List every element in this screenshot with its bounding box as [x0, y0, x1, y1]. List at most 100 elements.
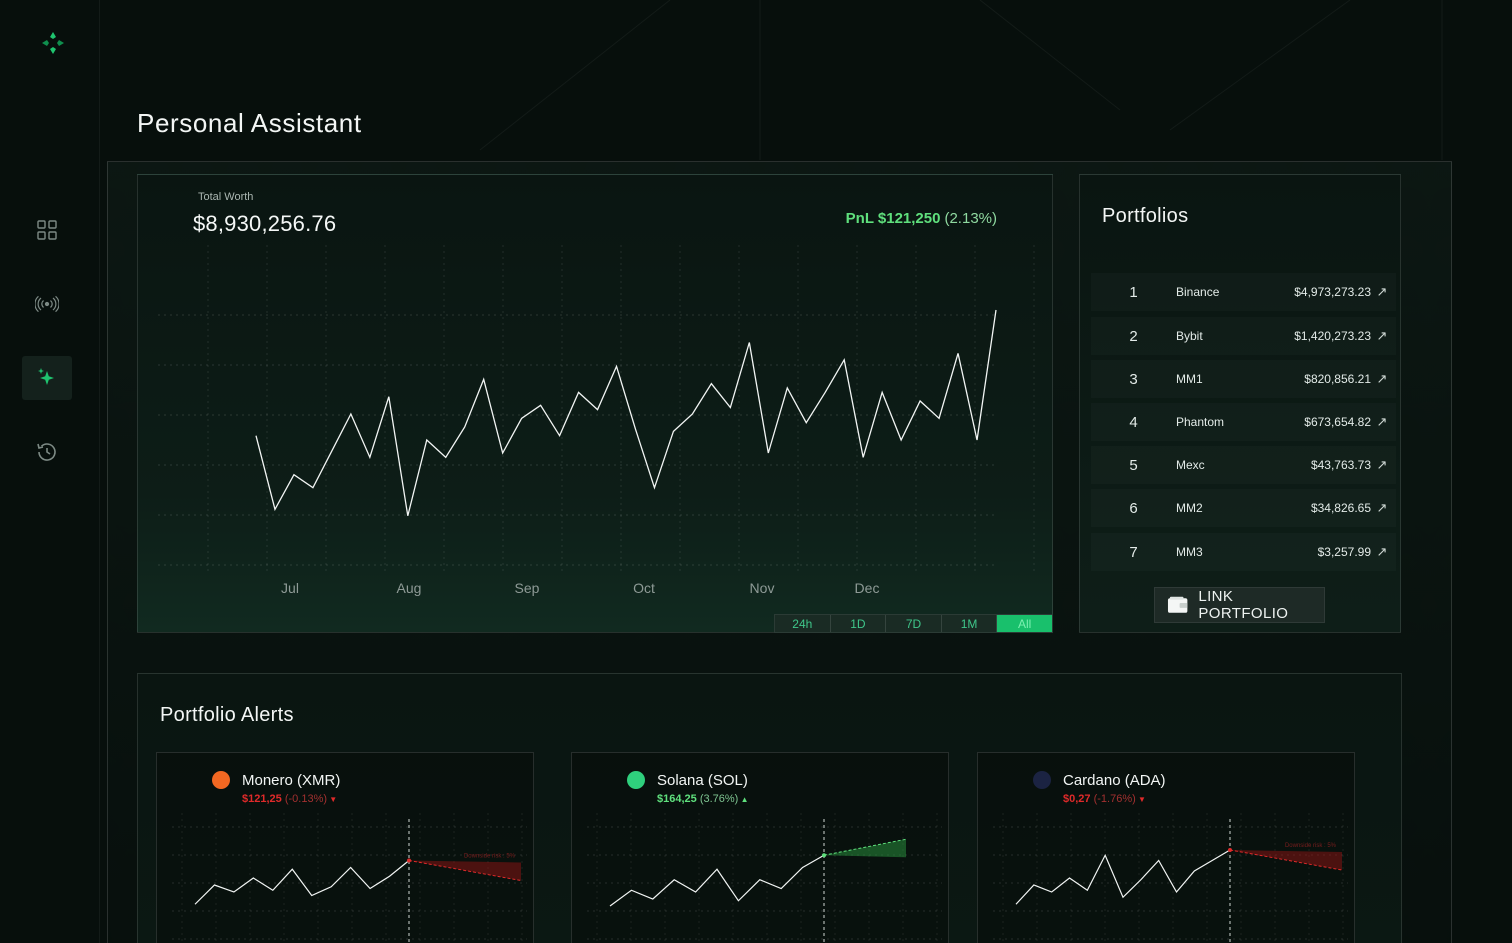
portfolio-name: Binance — [1176, 285, 1220, 299]
alert-mini-chart: Downside risk : 5% — [993, 813, 1348, 943]
time-range-selector: 24h 1D 7D 1M All — [774, 614, 1053, 633]
portfolios-card: Portfolios 1 Binance $4,973,273.23 ↗ 2 Bybit $… — [1079, 174, 1401, 633]
portfolio-name: MM1 — [1176, 372, 1203, 386]
forecast-label: Downside risk : 5% — [1285, 843, 1337, 849]
portfolio-value: $34,826.65 — [1310, 501, 1371, 515]
arrow-down-icon: ▼ — [1135, 795, 1146, 804]
price-series-line — [194, 860, 410, 905]
portfolios-title: Portfolios — [1102, 205, 1189, 227]
coin-icon — [627, 771, 645, 789]
external-link-icon[interactable]: ↗ — [1371, 457, 1393, 473]
portfolio-row[interactable]: 2 Bybit $1,420,273.23 ↗ — [1091, 317, 1396, 355]
alert-card[interactable]: Monero (XMR) $121,25 (-0.13%) ▼ Downside r… — [156, 752, 534, 943]
portfolio-name: Bybit — [1176, 329, 1203, 343]
external-link-icon[interactable]: ↗ — [1371, 500, 1393, 516]
total-worth-value: $8,930,256.76 — [193, 211, 337, 236]
portfolio-row[interactable]: 5 Mexc $43,763.73 ↗ — [1091, 446, 1396, 484]
alert-card[interactable]: Cardano (ADA) $0,27 (-1.76%) ▼ Downside ri… — [977, 752, 1355, 943]
arrow-up-icon: ▲ — [738, 795, 749, 804]
coin-price: $164,25 (3.76%) ▲ — [657, 793, 749, 805]
nav-dashboard[interactable] — [22, 208, 72, 252]
pnl-amount: PnL $121,250 — [845, 210, 941, 227]
grid-icon — [37, 220, 57, 240]
sparkle-icon — [38, 368, 54, 385]
portfolio-value: $673,654.82 — [1304, 415, 1371, 429]
external-link-icon[interactable]: ↗ — [1371, 284, 1393, 300]
nav-assistant[interactable] — [22, 356, 72, 400]
external-link-icon[interactable]: ↗ — [1371, 414, 1393, 430]
portfolio-rank: 4 — [1129, 413, 1138, 431]
x-tick-label: Dec — [855, 580, 880, 596]
portfolio-value: $4,973,273.23 — [1294, 285, 1371, 299]
x-tick-label: Oct — [633, 580, 655, 596]
total-worth-label: Total Worth — [198, 191, 254, 203]
broadcast-icon — [35, 295, 59, 313]
total-worth-card: Jul Aug Sep Oct Nov Dec Total Worth $8,930,25… — [137, 174, 1053, 633]
portfolio-name: Phantom — [1176, 415, 1225, 429]
range-button-all[interactable]: All — [997, 615, 1052, 632]
worth-series-line — [255, 309, 997, 516]
portfolio-rank: 7 — [1129, 543, 1138, 561]
coin-name: Cardano (ADA) — [1063, 772, 1166, 789]
nav-signals[interactable] — [22, 282, 72, 326]
portfolio-row[interactable]: 6 MM2 $34,826.65 ↗ — [1091, 489, 1396, 527]
current-price-point — [1228, 848, 1232, 852]
external-link-icon[interactable]: ↗ — [1371, 371, 1393, 387]
chart-grid — [158, 245, 1035, 575]
portfolio-alerts-card: Portfolio Alerts Monero (XMR) $121,25 (-0… — [137, 673, 1402, 943]
portfolio-value: $820,856.21 — [1304, 372, 1371, 386]
pnl-percent: (2.13%) — [944, 210, 997, 227]
portfolio-row[interactable]: 3 MM1 $820,856.21 ↗ — [1091, 360, 1396, 398]
range-button-7d[interactable]: 7D — [886, 615, 942, 632]
range-button-24h[interactable]: 24h — [775, 615, 831, 632]
x-tick-label: Aug — [397, 580, 422, 596]
alert-mini-chart: Downside risk : 5% — [172, 813, 527, 943]
coin-name: Monero (XMR) — [242, 772, 341, 789]
coin-price-change: (3.76%) — [699, 793, 739, 805]
portfolio-name: Mexc — [1176, 458, 1205, 472]
wallet-icon — [1167, 596, 1188, 613]
portfolio-row[interactable]: 4 Phantom $673,654.82 ↗ — [1091, 403, 1396, 441]
nav-history[interactable] — [22, 430, 72, 474]
portfolio-rank: 2 — [1129, 327, 1138, 345]
portfolio-row[interactable]: 7 MM3 $3,257.99 ↗ — [1091, 533, 1396, 571]
sidebar — [0, 0, 100, 943]
coin-price-value: $164,25 — [657, 793, 700, 805]
portfolio-alerts-title: Portfolio Alerts — [160, 704, 294, 726]
coin-price-value: $121,25 — [242, 793, 285, 805]
portfolio-name: MM3 — [1176, 545, 1203, 559]
portfolio-rank: 1 — [1129, 283, 1138, 301]
worth-line-chart: Jul Aug Sep Oct Nov Dec — [158, 245, 1035, 596]
range-button-1m[interactable]: 1M — [942, 615, 998, 632]
alert-card[interactable]: Solana (SOL) $164,25 (3.76%) ▲ — [571, 752, 949, 943]
link-portfolio-label: LINK PORTFOLIO — [1198, 588, 1289, 622]
range-button-1d[interactable]: 1D — [831, 615, 887, 632]
portfolio-name: MM2 — [1176, 501, 1203, 515]
link-portfolio-button[interactable]: LINK PORTFOLIO — [1154, 587, 1325, 623]
page-title: Personal Assistant — [137, 108, 362, 138]
coin-price: $121,25 (-0.13%) ▼ — [242, 793, 337, 805]
current-price-point — [822, 853, 826, 858]
coin-icon — [212, 771, 230, 789]
alert-mini-chart — [587, 813, 942, 943]
arrow-down-icon: ▼ — [327, 795, 338, 804]
portfolio-rank: 3 — [1129, 370, 1138, 388]
external-link-icon[interactable]: ↗ — [1371, 328, 1393, 344]
price-series-line — [609, 854, 825, 907]
portfolio-rank: 5 — [1129, 456, 1138, 474]
coin-price-value: $0,27 — [1063, 793, 1094, 805]
portfolio-row[interactable]: 1 Binance $4,973,273.23 ↗ — [1091, 273, 1396, 311]
portfolio-value: $3,257.99 — [1317, 545, 1371, 559]
x-tick-label: Jul — [281, 580, 299, 596]
logo-icon — [42, 32, 64, 54]
x-tick-label: Nov — [750, 580, 775, 596]
portfolio-rank: 6 — [1129, 499, 1138, 517]
forecast-label: Downside risk : 5% — [464, 854, 516, 860]
coin-price: $0,27 (-1.76%) ▼ — [1063, 793, 1146, 805]
coin-icon — [1033, 771, 1051, 789]
portfolio-value: $1,420,273.23 — [1294, 329, 1371, 343]
price-series-line — [1015, 849, 1231, 905]
x-tick-label: Sep — [515, 580, 540, 596]
current-price-point — [407, 858, 411, 863]
external-link-icon[interactable]: ↗ — [1371, 544, 1393, 560]
